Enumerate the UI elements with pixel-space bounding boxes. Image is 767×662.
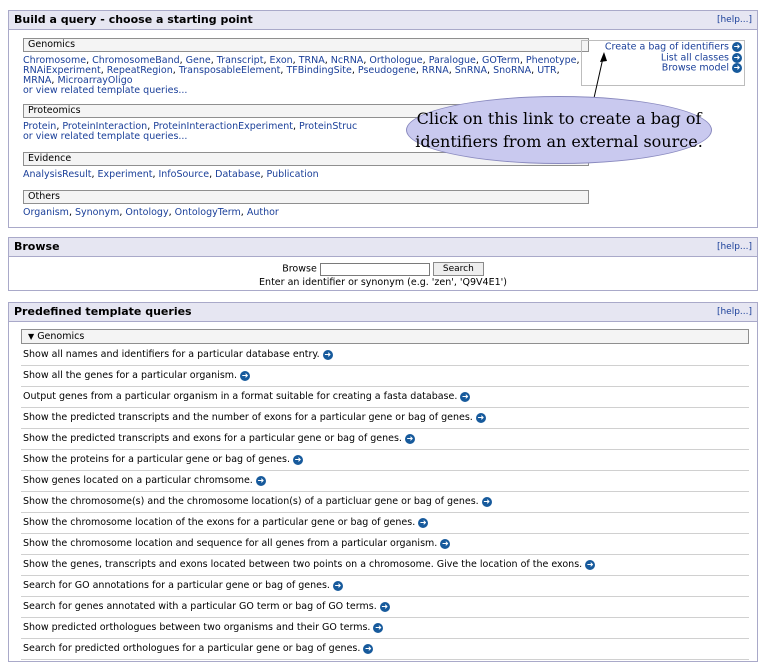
template-row[interactable]: Show genes located on a particular chrom… (21, 471, 749, 492)
go-arrow-icon[interactable]: ➜ (363, 643, 374, 654)
template-label: Show all the genes for a particular orga… (23, 370, 238, 381)
template-row[interactable]: Show the proteins for a particular gene … (21, 450, 749, 471)
template-row[interactable]: Search for GO annotations for a particul… (21, 576, 749, 597)
templates-list: Show all names and identifiers for a par… (21, 345, 749, 660)
template-row[interactable]: Show the chromosome location of the exon… (21, 513, 749, 534)
template-label: Search for genes annotated with a partic… (23, 601, 377, 612)
template-label: Show the genes, transcripts and exons lo… (23, 559, 583, 570)
go-arrow-icon[interactable]: ➜ (240, 370, 251, 381)
callout-bubble: Click on this link to create a bag of id… (406, 96, 712, 164)
browse-form: Browse Search Enter an identifier or syn… (9, 262, 757, 288)
browse-help-link[interactable]: [help...] (717, 242, 752, 252)
browse-label: Browse (282, 263, 317, 275)
template-label: Search for predicted orthologues for a p… (23, 643, 361, 654)
go-arrow-icon[interactable]: ➜ (373, 622, 384, 633)
template-label: Show the proteins for a particular gene … (23, 454, 290, 465)
templates-panel: Predefined template queries [help...] ▼ … (8, 302, 758, 662)
template-row[interactable]: Show the predicted transcripts and the n… (21, 408, 749, 429)
templates-group-name: Genomics (37, 331, 85, 342)
template-label: Show the chromosome location of the exon… (23, 517, 416, 528)
template-label: Show the chromosome(s) and the chromosom… (23, 496, 479, 507)
template-row[interactable]: Show the predicted transcripts and exons… (21, 429, 749, 450)
go-arrow-icon[interactable]: ➜ (322, 349, 333, 360)
go-arrow-icon[interactable]: ➜ (404, 433, 415, 444)
browse-input[interactable] (319, 262, 430, 276)
template-label: Show genes located on a particular chrom… (23, 475, 253, 486)
go-arrow-icon[interactable]: ➜ (481, 496, 492, 507)
browse-panel: Browse [help...] Browse Search Enter an … (8, 237, 758, 291)
go-arrow-icon[interactable]: ➜ (255, 475, 266, 486)
template-row[interactable]: Show the genes, transcripts and exons lo… (21, 555, 749, 576)
go-arrow-icon[interactable]: ➜ (440, 538, 451, 549)
template-row[interactable]: Show predicted orthologues between two o… (21, 618, 749, 639)
go-arrow-icon[interactable]: ➜ (379, 601, 390, 612)
browse-title: Browse (14, 240, 60, 253)
go-arrow-icon[interactable]: ➜ (475, 412, 486, 423)
templates-title: Predefined template queries (14, 305, 192, 318)
go-arrow-icon[interactable]: ➜ (292, 454, 303, 465)
go-arrow-icon[interactable]: ➜ (585, 559, 596, 570)
template-label: Show predicted orthologues between two o… (23, 622, 371, 633)
go-arrow-icon[interactable]: ➜ (332, 580, 343, 591)
template-label: Search for GO annotations for a particul… (23, 580, 330, 591)
template-label: Show the predicted transcripts and exons… (23, 433, 402, 444)
templates-group-header[interactable]: ▼ Genomics (21, 329, 749, 344)
template-row[interactable]: Show the chromosome location and sequenc… (21, 534, 749, 555)
collapse-triangle-icon: ▼ (28, 332, 35, 341)
template-label: Show all names and identifiers for a par… (23, 349, 320, 360)
templates-help-link[interactable]: [help...] (717, 307, 752, 317)
template-label: Output genes from a particular organism … (23, 391, 458, 402)
go-arrow-icon[interactable]: ➜ (418, 517, 429, 528)
go-arrow-icon[interactable]: ➜ (460, 391, 471, 402)
template-row[interactable]: Search for genes annotated with a partic… (21, 597, 749, 618)
template-row[interactable]: Output genes from a particular organism … (21, 387, 749, 408)
browse-header: Browse [help...] (9, 238, 757, 257)
callout-text: Click on this link to create a bag of id… (415, 109, 703, 151)
template-row[interactable]: Show all names and identifiers for a par… (21, 345, 749, 366)
template-label: Show the chromosome location and sequenc… (23, 538, 438, 549)
template-label: Show the predicted transcripts and the n… (23, 412, 473, 423)
templates-header: Predefined template queries [help...] (9, 303, 757, 322)
template-row[interactable]: Show all the genes for a particular orga… (21, 366, 749, 387)
browse-hint: Enter an identifier or synonym (e.g. 'ze… (259, 277, 507, 288)
template-row[interactable]: Show the chromosome(s) and the chromosom… (21, 492, 749, 513)
search-button[interactable]: Search (432, 262, 484, 276)
